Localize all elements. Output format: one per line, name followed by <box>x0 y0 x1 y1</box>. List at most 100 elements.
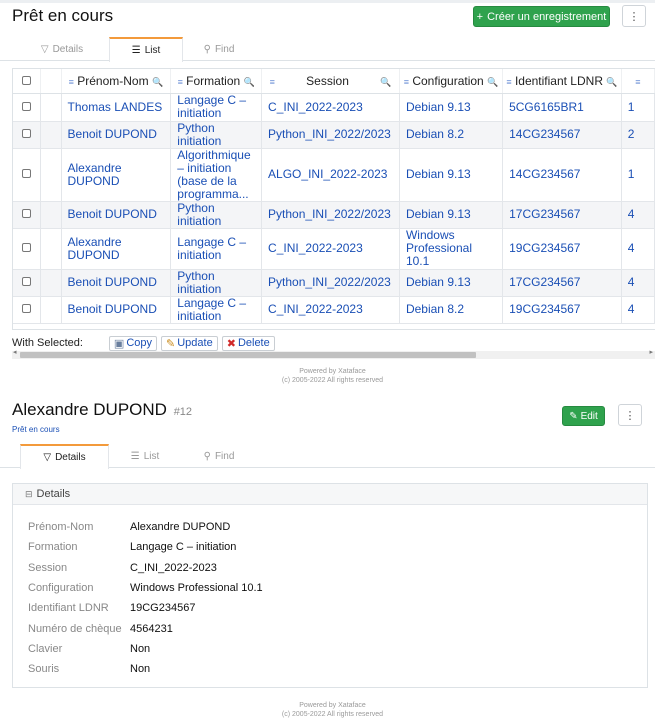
scrollbar-thumb[interactable] <box>20 352 476 358</box>
edit-button[interactable]: ✎ Edit <box>562 406 605 426</box>
cell-session-link[interactable]: Python_INI_2022/2023 <box>268 127 391 141</box>
cell-configuration[interactable]: Debian 8.2 <box>399 296 504 324</box>
row-checkbox[interactable] <box>22 209 32 218</box>
cell-identifiant[interactable]: 17CG234567 <box>502 201 622 229</box>
more-actions-button[interactable]: ⋮ <box>622 5 646 27</box>
cell-configuration-link[interactable]: Debian 8.2 <box>406 302 464 316</box>
cell-nom-link[interactable]: Benoit DUPOND <box>68 207 157 221</box>
row-checkbox[interactable] <box>22 243 32 252</box>
filter-search-icon[interactable]: 🔍 <box>244 77 255 87</box>
cell-session-link[interactable]: ALGO_INI_2022-2023 <box>268 167 387 181</box>
row-checkbox[interactable] <box>22 129 32 138</box>
tab-find[interactable]: ⚲ Find <box>194 37 244 61</box>
cell-formation-link[interactable]: Langage C – initiation <box>177 296 246 323</box>
cell-nom-link[interactable]: Benoit DUPOND <box>68 275 157 289</box>
col-header-configuration[interactable]: ≡ Configuration 🔍 <box>399 69 504 94</box>
cell-configuration[interactable]: Debian 9.13 <box>399 148 504 202</box>
breadcrumb[interactable]: Prêt en cours <box>12 425 60 434</box>
record-more-actions-button[interactable]: ⋮ <box>618 404 642 426</box>
cell-truncated[interactable]: 4 <box>621 269 655 297</box>
cell-configuration[interactable]: Debian 8.2 <box>399 121 504 149</box>
cell-session[interactable]: Python_INI_2022/2023 <box>261 201 400 229</box>
cell-nom[interactable]: Alexandre DUPOND <box>61 228 172 270</box>
cell-configuration[interactable]: Windows Professional 10.1 <box>399 228 504 270</box>
table-row[interactable]: Benoit DUPOND Langage C – initiation C_INI… <box>13 296 655 324</box>
col-header-formation[interactable]: ≡ Formation 🔍 <box>170 69 263 94</box>
cell-nom[interactable]: Thomas LANDES <box>61 93 172 122</box>
cell-formation-link[interactable]: Langage C – initiation <box>177 235 246 262</box>
table-row[interactable]: Thomas LANDES Langage C – initiation C_INI… <box>13 93 655 122</box>
cell-nom-link[interactable]: Benoit DUPOND <box>68 127 157 141</box>
cell-identifiant-link[interactable]: 5CG6165BR1 <box>509 100 584 114</box>
cell-truncated[interactable]: 2 <box>621 121 655 149</box>
cell-configuration-link[interactable]: Debian 8.2 <box>406 127 464 141</box>
cell-configuration[interactable]: Debian 9.13 <box>399 201 504 229</box>
cell-truncated-link[interactable]: 4 <box>628 207 635 221</box>
cell-formation-link[interactable]: Python initiation <box>177 121 221 148</box>
details-panel-header[interactable]: ⊟ Details <box>13 484 647 505</box>
tab-details[interactable]: ▽ Details <box>30 37 94 61</box>
col-header-truncated[interactable]: ≡ <box>621 69 655 94</box>
cell-formation-link[interactable]: Python initiation <box>177 201 221 228</box>
sort-icon[interactable]: ≡ <box>635 77 640 87</box>
cell-configuration[interactable]: Debian 9.13 <box>399 269 504 297</box>
horizontal-scrollbar[interactable]: ◂ ▸ <box>12 348 655 359</box>
cell-session-link[interactable]: C_INI_2022-2023 <box>268 241 363 255</box>
cell-identifiant-link[interactable]: 19CG234567 <box>509 302 580 316</box>
sort-icon[interactable]: ≡ <box>270 77 275 87</box>
cell-session[interactable]: C_INI_2022-2023 <box>261 228 400 270</box>
cell-nom-link[interactable]: Alexandre DUPOND <box>68 235 122 262</box>
cell-truncated[interactable]: 1 <box>621 148 655 202</box>
select-all-checkbox[interactable] <box>22 75 32 85</box>
cell-session-link[interactable]: Python_INI_2022/2023 <box>268 207 391 221</box>
table-row[interactable]: Benoit DUPOND Python initiation Python_INI… <box>13 201 655 229</box>
cell-session[interactable]: C_INI_2022-2023 <box>261 296 400 324</box>
cell-nom-link[interactable]: Thomas LANDES <box>68 100 163 114</box>
collapse-icon[interactable]: ⊟ <box>25 489 33 500</box>
cell-formation[interactable]: Langage C – initiation <box>170 228 263 270</box>
filter-search-icon[interactable]: 🔍 <box>487 77 498 87</box>
sort-icon[interactable]: ≡ <box>178 77 183 87</box>
cell-identifiant-link[interactable]: 19CG234567 <box>509 241 580 255</box>
cell-identifiant[interactable]: 5CG6165BR1 <box>502 93 622 122</box>
scroll-right-arrow[interactable]: ▸ <box>649 348 653 356</box>
sort-icon[interactable]: ≡ <box>506 77 511 87</box>
cell-configuration-link[interactable]: Debian 9.13 <box>406 167 471 181</box>
tab-find[interactable]: ⚲ Find <box>197 444 241 468</box>
row-checkbox[interactable] <box>22 101 32 111</box>
cell-formation-link[interactable]: Langage C – initiation <box>177 93 246 120</box>
cell-session[interactable]: C_INI_2022-2023 <box>261 93 400 122</box>
row-checkbox[interactable] <box>22 277 32 286</box>
cell-configuration-link[interactable]: Debian 9.13 <box>406 207 471 221</box>
table-row[interactable]: Benoit DUPOND Python initiation Python_INI… <box>13 121 655 149</box>
scroll-left-arrow[interactable]: ◂ <box>13 348 17 356</box>
update-button[interactable]: ✎ Update <box>161 335 218 351</box>
cell-formation-link[interactable]: Algorithmique – initiation (base de la p… <box>177 148 250 201</box>
filter-search-icon[interactable]: 🔍 <box>152 77 163 87</box>
cell-identifiant-link[interactable]: 17CG234567 <box>509 207 580 221</box>
cell-identifiant-link[interactable]: 17CG234567 <box>509 275 580 289</box>
filter-search-icon[interactable]: 🔍 <box>606 77 617 87</box>
cell-session-link[interactable]: C_INI_2022-2023 <box>268 302 363 316</box>
cell-formation[interactable]: Langage C – initiation <box>170 296 263 324</box>
row-checkbox[interactable] <box>22 304 32 313</box>
cell-formation-link[interactable]: Python initiation <box>177 269 221 296</box>
cell-truncated[interactable]: 4 <box>621 228 655 270</box>
cell-nom[interactable]: Alexandre DUPOND <box>61 148 172 202</box>
cell-identifiant[interactable]: 14CG234567 <box>502 121 622 149</box>
row-checkbox[interactable] <box>22 169 32 178</box>
cell-configuration-link[interactable]: Debian 9.13 <box>406 275 471 289</box>
table-row[interactable]: Benoit DUPOND Python initiation Python_INI… <box>13 269 655 297</box>
cell-session-link[interactable]: C_INI_2022-2023 <box>268 100 363 114</box>
cell-identifiant[interactable]: 17CG234567 <box>502 269 622 297</box>
cell-formation[interactable]: Python initiation <box>170 269 263 297</box>
delete-button[interactable]: ✖ Delete <box>221 335 275 351</box>
cell-identifiant-link[interactable]: 14CG234567 <box>509 127 580 141</box>
sort-icon[interactable]: ≡ <box>404 77 409 87</box>
cell-session[interactable]: Python_INI_2022/2023 <box>261 269 400 297</box>
cell-truncated[interactable]: 4 <box>621 201 655 229</box>
cell-truncated-link[interactable]: 4 <box>628 275 635 289</box>
cell-truncated-link[interactable]: 2 <box>628 127 635 141</box>
cell-identifiant[interactable]: 19CG234567 <box>502 296 622 324</box>
cell-session[interactable]: ALGO_INI_2022-2023 <box>261 148 400 202</box>
